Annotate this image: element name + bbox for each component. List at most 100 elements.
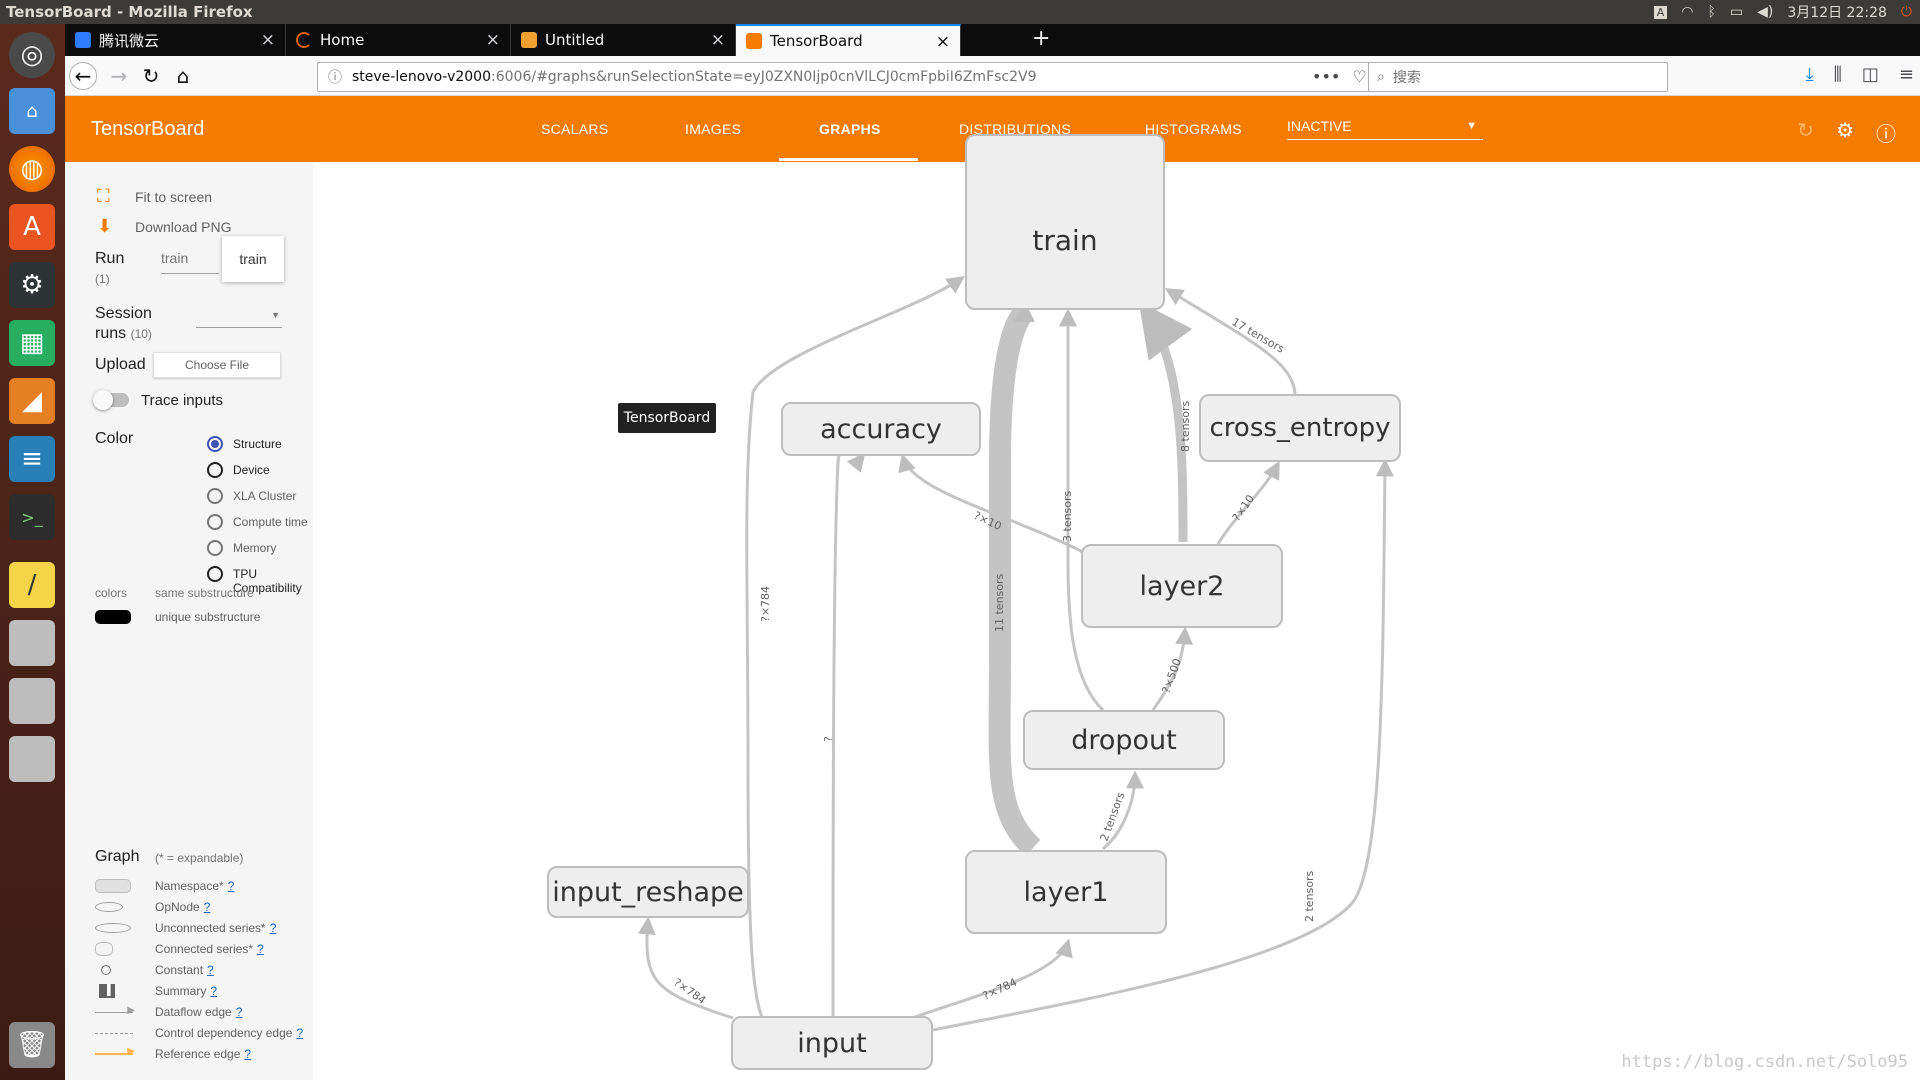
url-bar[interactable]: ⓘ steve-lenovo-v2000 :6006/#graphs&runSe…	[317, 62, 1402, 92]
download-icon: ⬇	[97, 216, 113, 236]
tab-weiyun[interactable]: 腾讯微云 ×	[65, 24, 286, 56]
terminal-icon[interactable]: >_	[9, 494, 55, 540]
tab-scalars[interactable]: SCALARS	[541, 121, 608, 137]
close-icon[interactable]: ×	[936, 32, 950, 52]
node-dropout[interactable]: dropout	[1023, 710, 1225, 770]
node-label: dropout	[1071, 724, 1177, 756]
reload-button[interactable]: ↻	[137, 62, 165, 90]
keyboard-icon[interactable]: A	[1653, 5, 1668, 19]
search-input[interactable]: ⌕ 搜索	[1368, 62, 1668, 92]
gear-icon[interactable]: ⚙	[1836, 118, 1854, 147]
label-layer1-dropout: 2 tensors	[1098, 790, 1128, 843]
software-center-icon[interactable]: A	[9, 204, 55, 250]
wifi-icon[interactable]: ◠	[1681, 4, 1693, 20]
tab-untitled[interactable]: Untitled ×	[511, 24, 736, 56]
legend-help-link[interactable]: ?	[228, 879, 235, 893]
help-icon[interactable]: ⓘ	[1876, 118, 1896, 147]
tab-tensorboard[interactable]: TensorBoard ×	[736, 24, 961, 56]
legend-help-link[interactable]: ?	[296, 1026, 303, 1040]
legend-help-link[interactable]: ?	[204, 900, 211, 914]
legend-item	[95, 941, 135, 957]
node-layer2[interactable]: layer2	[1081, 544, 1283, 628]
library-icon[interactable]: ⫼	[1834, 64, 1842, 85]
notebook-icon	[521, 32, 537, 48]
close-icon[interactable]: ×	[261, 30, 275, 50]
trace-inputs-toggle[interactable]	[93, 390, 129, 410]
info-icon[interactable]: ⓘ	[328, 67, 342, 87]
power-icon[interactable]: ⏻	[1901, 4, 1912, 20]
search-icon: ⌕	[1377, 69, 1385, 85]
legend-help-link[interactable]: ?	[270, 921, 277, 935]
node-train[interactable]: train	[965, 134, 1165, 310]
legend-help-link[interactable]: ?	[210, 984, 217, 998]
trash-icon[interactable]: 🗑	[9, 1022, 55, 1068]
node-accuracy[interactable]: accuracy	[781, 402, 981, 456]
legend-symbol: ▶	[95, 1004, 135, 1020]
edge-layer2-train	[1138, 301, 1193, 543]
node-input-reshape[interactable]: input_reshape	[547, 866, 749, 918]
color-radio-structure[interactable]	[207, 436, 223, 452]
back-button[interactable]: ←	[69, 62, 97, 90]
search-placeholder: 搜索	[1392, 70, 1421, 86]
tab-graphs[interactable]: GRAPHS	[819, 121, 881, 137]
legend-text: Constant	[155, 963, 204, 977]
sidebar-icon[interactable]: ◫	[1862, 64, 1879, 85]
run-select[interactable]: train	[161, 250, 219, 274]
legend-help-link[interactable]: ?	[244, 1047, 251, 1061]
impress-icon[interactable]: ◢	[9, 378, 55, 424]
legend-item	[95, 899, 135, 915]
notes-icon[interactable]: /	[9, 562, 55, 608]
run-option-label: train	[239, 251, 267, 267]
files-icon[interactable]: ⌂	[9, 88, 55, 134]
tab-home[interactable]: Home ×	[286, 24, 511, 56]
close-icon[interactable]: ×	[486, 30, 500, 50]
color-radio-tpu-compatibility[interactable]	[207, 566, 223, 582]
legend-label: Dataflow edge?	[155, 1005, 242, 1019]
clock[interactable]: 3月12日 22:28	[1787, 2, 1887, 22]
drive-icon[interactable]	[9, 620, 55, 666]
node-cross-entropy[interactable]: cross_entropy	[1199, 394, 1401, 462]
legend-help-link[interactable]: ?	[236, 1005, 243, 1019]
close-icon[interactable]: ×	[711, 30, 725, 50]
page-actions-icon[interactable]: •••	[1312, 67, 1340, 86]
choose-file-button[interactable]: Choose File	[153, 352, 281, 378]
ubuntu-dash-icon[interactable]: ◎	[9, 32, 55, 78]
label-cross-entropy-train: 17 tensors	[1230, 315, 1287, 356]
volume-icon[interactable]: ◀)	[1757, 4, 1773, 20]
color-radio-xla-cluster[interactable]	[207, 488, 223, 504]
ubuntu-top-panel: TensorBoard - Mozilla Firefox A ◠ ᛒ ▭ ◀)…	[0, 0, 1920, 24]
node-input[interactable]: input	[731, 1016, 933, 1070]
graph-canvas[interactable]: ?×784 ? ?×784 ?×784 2 tensors 11 tensors…	[313, 134, 1920, 1080]
drive-icon[interactable]	[9, 736, 55, 782]
legend-help-link[interactable]: ?	[207, 963, 214, 977]
tab-images[interactable]: IMAGES	[685, 121, 741, 137]
pocket-icon[interactable]: ♡	[1352, 67, 1366, 86]
color-radio-device[interactable]	[207, 462, 223, 478]
inactive-dashboards-select[interactable]: INACTIVE ▼	[1287, 118, 1483, 140]
menu-icon[interactable]: ≡	[1899, 64, 1914, 85]
drive-icon[interactable]	[9, 678, 55, 724]
home-button[interactable]: ⌂	[169, 62, 197, 90]
calc-icon[interactable]: ▦	[9, 320, 55, 366]
download-png-button[interactable]: ⬇ Download PNG	[97, 216, 232, 237]
battery-icon[interactable]: ▭	[1730, 4, 1743, 20]
bluetooth-icon[interactable]: ᛒ	[1708, 4, 1716, 20]
node-layer1[interactable]: layer1	[965, 850, 1167, 934]
color-option-label: Structure	[233, 437, 282, 451]
new-tab-button[interactable]: +	[1032, 26, 1050, 51]
fit-to-screen-button[interactable]: ⛶ Fit to screen	[97, 186, 212, 207]
firefox-icon[interactable]: ◍	[9, 146, 55, 192]
settings-icon[interactable]: ⚙	[9, 262, 55, 308]
run-dropdown-option[interactable]: train	[222, 236, 284, 282]
color-radio-compute-time[interactable]	[207, 514, 223, 530]
color-radio-memory[interactable]	[207, 540, 223, 556]
reload-icon[interactable]: ↻	[1797, 118, 1814, 147]
legend-help-link[interactable]: ?	[257, 942, 264, 956]
forward-button[interactable]: →	[105, 62, 133, 90]
writer-icon[interactable]: ≡	[9, 436, 55, 482]
legend-label: Reference edge?	[155, 1047, 251, 1061]
session-runs-select[interactable]: ▼	[196, 310, 282, 328]
legend-item	[95, 962, 135, 978]
session-count: (10)	[130, 327, 152, 341]
download-icon[interactable]: ⤓	[1806, 64, 1814, 85]
